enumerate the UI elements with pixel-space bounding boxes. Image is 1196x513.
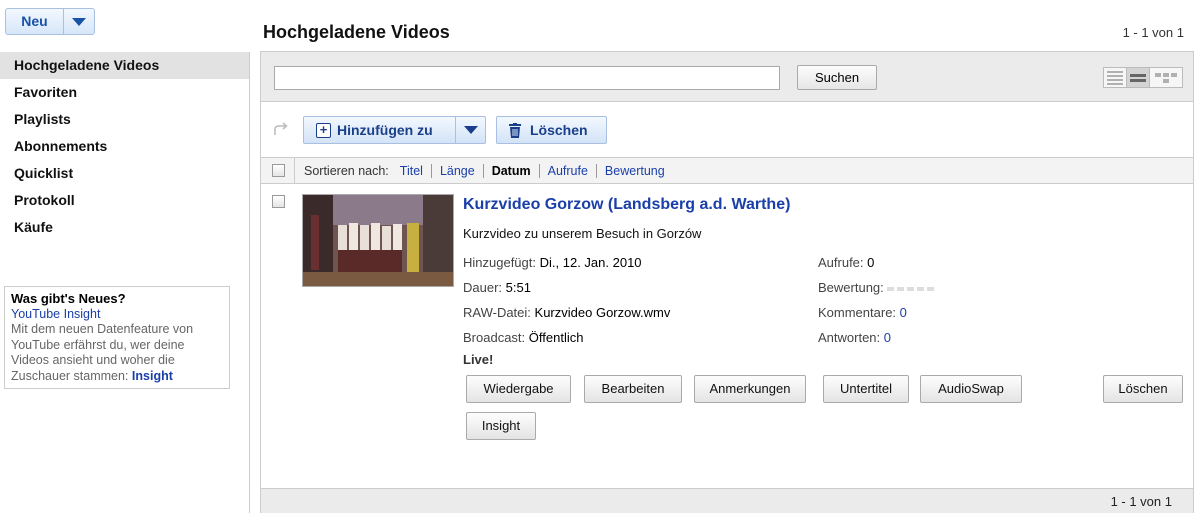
video-title-link[interactable]: Kurzvideo Gorzow (Landsberg a.d. Warthe) bbox=[463, 196, 790, 214]
sidebar-item-quicklist[interactable]: Quicklist bbox=[0, 160, 249, 187]
sidebar-item-uploaded-videos[interactable]: Hochgeladene Videos bbox=[0, 52, 249, 79]
insight-button[interactable]: Insight bbox=[466, 412, 536, 440]
meta-comments: Kommentare: 0 bbox=[818, 305, 907, 320]
star-icon bbox=[907, 286, 915, 291]
news-link-insight[interactable]: Insight bbox=[132, 369, 173, 383]
video-thumbnail[interactable] bbox=[302, 194, 454, 287]
sidebar-item-favorites[interactable]: Favoriten bbox=[0, 79, 249, 106]
meta-added: Hinzugefügt: Di., 12. Jan. 2010 bbox=[463, 255, 642, 270]
news-link-youtube-insight[interactable]: YouTube Insight bbox=[11, 307, 223, 323]
video-description: Kurzvideo zu unserem Besuch in Gorzów bbox=[463, 226, 702, 241]
view-toggle bbox=[1103, 67, 1183, 88]
delete-video-button[interactable]: Löschen bbox=[1103, 375, 1183, 403]
meta-rating: Bewertung: bbox=[818, 280, 935, 295]
add-to-button[interactable]: + Hinzufügen zu bbox=[303, 116, 486, 144]
subtitles-button[interactable]: Untertitel bbox=[823, 375, 909, 403]
news-box: Was gibt's Neues? YouTube Insight Mit de… bbox=[4, 286, 230, 389]
meta-added-value: Di., 12. Jan. 2010 bbox=[539, 255, 642, 270]
rating-stars bbox=[887, 286, 935, 291]
add-to-main[interactable]: + Hinzufügen zu bbox=[304, 117, 456, 143]
add-to-dropdown[interactable] bbox=[456, 117, 485, 143]
sort-views[interactable]: Aufrufe bbox=[540, 163, 597, 178]
meta-duration: Dauer: 5:51 bbox=[463, 280, 531, 295]
news-body: Mit dem neuen Datenfeature von YouTube e… bbox=[11, 322, 223, 384]
sidebar-item-purchases[interactable]: Käufe bbox=[0, 214, 249, 241]
meta-raw-file-value: Kurzvideo Gorzow.wmv bbox=[534, 305, 671, 320]
play-button[interactable]: Wiedergabe bbox=[466, 375, 571, 403]
sort-bar: Sortieren nach: Titel Länge Datum Aufruf… bbox=[261, 157, 1193, 184]
bottom-bar: 1 - 1 von 1 bbox=[261, 488, 1193, 513]
annotations-button[interactable]: Anmerkungen bbox=[694, 375, 806, 403]
search-button[interactable]: Suchen bbox=[797, 65, 877, 90]
live-label: Live! bbox=[463, 352, 494, 367]
meta-views: Aufrufe: 0 bbox=[818, 255, 875, 270]
meta-raw-file: RAW-Datei: Kurzvideo Gorzow.wmv bbox=[463, 305, 671, 320]
list-view-icon[interactable] bbox=[1104, 68, 1127, 87]
meta-views-value: 0 bbox=[867, 255, 875, 270]
sort-date[interactable]: Datum bbox=[484, 163, 540, 178]
edit-button[interactable]: Bearbeiten bbox=[584, 375, 682, 403]
new-dropdown-button[interactable] bbox=[64, 9, 94, 34]
chevron-down-icon bbox=[463, 126, 478, 134]
new-button[interactable]: Neu bbox=[5, 8, 95, 35]
star-icon bbox=[927, 286, 935, 291]
chevron-down-icon bbox=[72, 17, 86, 26]
meta-duration-value: 5:51 bbox=[505, 280, 531, 295]
news-title: Was gibt's Neues? bbox=[11, 291, 126, 306]
search-bar: Suchen bbox=[261, 52, 1193, 102]
video-checkbox[interactable] bbox=[272, 195, 285, 208]
main-panel: Suchen + Hinzufügen zu Löschen Sortieren… bbox=[260, 51, 1194, 513]
detail-view-icon[interactable] bbox=[1127, 68, 1150, 87]
star-icon bbox=[887, 286, 895, 291]
sort-rating[interactable]: Bewertung bbox=[597, 164, 673, 178]
video-row: Kurzvideo Gorzow (Landsberg a.d. Warthe)… bbox=[261, 184, 1193, 482]
star-icon bbox=[917, 286, 925, 291]
sidebar-item-subscriptions[interactable]: Abonnements bbox=[0, 133, 249, 160]
meta-broadcast: Broadcast: Öffentlich bbox=[463, 330, 584, 345]
add-to-label: Hinzufügen zu bbox=[337, 122, 433, 138]
pagination-count-bottom: 1 - 1 von 1 bbox=[1110, 494, 1172, 509]
meta-comments-value[interactable]: 0 bbox=[900, 305, 907, 320]
share-arrow-icon[interactable] bbox=[273, 122, 289, 136]
sidebar-item-history[interactable]: Protokoll bbox=[0, 187, 249, 214]
meta-broadcast-value: Öffentlich bbox=[528, 330, 584, 345]
star-icon bbox=[897, 286, 905, 291]
delete-selected-button[interactable]: Löschen bbox=[496, 116, 607, 144]
page-title: Hochgeladene Videos bbox=[263, 22, 450, 42]
sort-label: Sortieren nach: bbox=[304, 163, 389, 178]
sort-title[interactable]: Titel bbox=[389, 163, 432, 178]
new-button-label[interactable]: Neu bbox=[6, 9, 64, 34]
sidebar: Hochgeladene Videos Favoriten Playlists … bbox=[0, 52, 250, 513]
action-bar: + Hinzufügen zu Löschen bbox=[261, 102, 1193, 158]
sort-length[interactable]: Länge bbox=[432, 163, 484, 178]
search-input[interactable] bbox=[274, 66, 780, 90]
meta-replies-value[interactable]: 0 bbox=[884, 330, 891, 345]
plus-icon: + bbox=[316, 122, 331, 138]
sidebar-item-playlists[interactable]: Playlists bbox=[0, 106, 249, 133]
audioswap-button[interactable]: AudioSwap bbox=[920, 375, 1022, 403]
delete-selected-label: Löschen bbox=[530, 122, 588, 138]
pagination-count-top: 1 - 1 von 1 bbox=[1122, 25, 1184, 40]
select-all-checkbox[interactable] bbox=[272, 164, 285, 177]
meta-replies: Antworten: 0 bbox=[818, 330, 892, 345]
grid-view-icon[interactable] bbox=[1150, 68, 1182, 87]
trash-icon bbox=[509, 122, 521, 138]
